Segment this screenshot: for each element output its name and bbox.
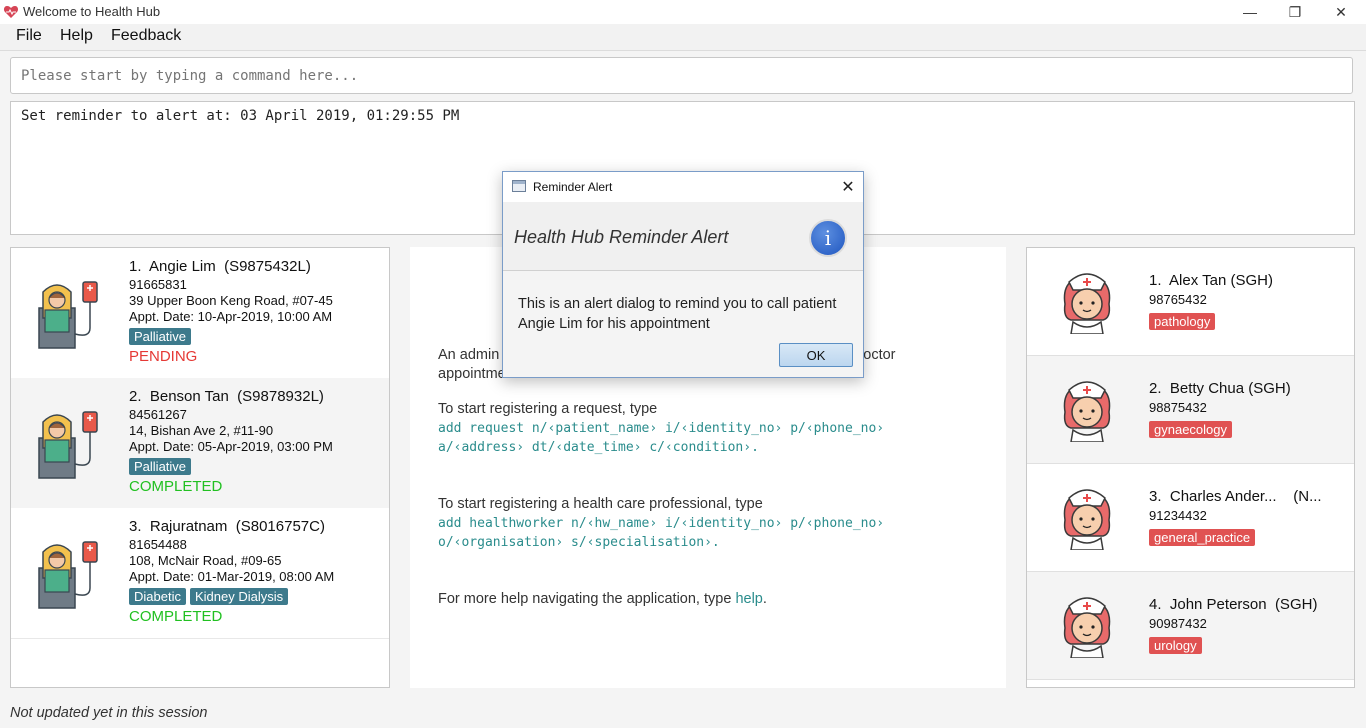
patient-address: 108, McNair Road, #09-65 [129, 553, 282, 568]
healthworker-name: Betty Chua [1169, 380, 1245, 397]
patient-bed-icon [38, 281, 98, 349]
appointment-date: Appt. Date: 01-Mar-2019, 08:00 AM [129, 569, 335, 584]
specialisation-tag: pathology [1149, 313, 1216, 330]
healthworker-phone: 91234432 [1149, 508, 1207, 523]
healthworker-card[interactable]: 4. John Peterson (SGH) 90987432 urology [1027, 572, 1354, 680]
condition-tag: Kidney Dialysis [189, 588, 289, 605]
result-text: Set reminder to alert at: 03 April 2019,… [21, 108, 460, 124]
patient-phone: 91665831 [129, 277, 187, 292]
specialisation-tag: general_practice [1149, 529, 1256, 546]
status-bar-text: Not updated yet in this session [10, 705, 208, 721]
healthworker-card[interactable]: 3. Charles Ander... (N... 91234432 gener… [1027, 464, 1354, 572]
patient-address: 14, Bishan Ave 2, #11-90 [129, 423, 274, 438]
restore-button[interactable]: ❐ [1272, 0, 1318, 24]
patient-nric: (S8016757C) [235, 518, 325, 535]
nurse-icon [1063, 597, 1111, 658]
request-name-line: 2. Benson Tan (S9878932L) [129, 388, 324, 405]
healthworker-card[interactable]: 1. Alex Tan (SGH) 98765432 pathology [1027, 248, 1354, 356]
request-card[interactable]: 1. Angie Lim (S9875432L) 91665831 39 Upp… [11, 248, 389, 379]
specialisation-tag: gynaecology [1149, 421, 1232, 438]
patient-address: 39 Upper Boon Keng Road, #07-45 [129, 293, 333, 308]
menu-file[interactable]: File [16, 27, 42, 45]
healthworker-name-line: 4. John Peterson (SGH) [1149, 596, 1318, 613]
dialog-message: This is an alert dialog to remind you to… [518, 296, 837, 332]
patient-phone: 81654488 [129, 537, 187, 552]
healthworker-org: (N... [1293, 488, 1322, 505]
info-icon: i [809, 219, 847, 257]
specialisation-tag: urology [1149, 637, 1202, 654]
healthworker-name: John Peterson [1169, 596, 1267, 613]
window-icon [512, 180, 526, 192]
request-name-line: 3. Rajuratnam (S8016757C) [129, 518, 325, 535]
command-input[interactable] [10, 57, 1353, 94]
condition-tag: Diabetic [129, 588, 186, 605]
patient-nric: (S9878932L) [237, 388, 324, 405]
nurse-icon [1063, 381, 1111, 442]
help-request-intro: To start registering a request, type [438, 401, 658, 417]
nurse-icon [1063, 273, 1111, 334]
patient-phone: 84561267 [129, 407, 187, 422]
request-status: COMPLETED [129, 478, 223, 495]
patient-bed-icon [38, 411, 98, 479]
patient-name: Benson Tan [149, 388, 229, 405]
healthworker-name: Charles Ander... [1169, 488, 1277, 505]
healthworker-phone: 98765432 [1149, 292, 1207, 307]
help-link[interactable]: help [735, 591, 762, 607]
menu-help[interactable]: Help [60, 27, 93, 45]
nurse-icon [1063, 489, 1111, 550]
healthworker-name-line: 3. Charles Ander... (N... [1149, 488, 1322, 505]
healthworker-phone: 90987432 [1149, 616, 1207, 631]
help-hw-command-1: add healthworker n/‹hw_name› i/‹identity… [438, 516, 885, 531]
help-hw-intro: To start registering a health care profe… [438, 496, 763, 512]
request-status: PENDING [129, 348, 198, 365]
healthworker-name-line: 2. Betty Chua (SGH) [1149, 380, 1291, 397]
condition-tag: Palliative [129, 328, 192, 345]
healthworker-org: (SGH) [1230, 272, 1273, 289]
dialog-title: Reminder Alert [533, 180, 613, 194]
menu-bar [0, 24, 1366, 51]
window-title: Welcome to Health Hub [23, 4, 161, 19]
request-card[interactable]: 2. Benson Tan (S9878932L) 84561267 14, B… [11, 378, 389, 509]
help-hw-command-2: o/‹organisation› s/‹specialisation›. [438, 535, 720, 550]
request-card[interactable]: 3. Rajuratnam (S8016757C) 81654488 108, … [11, 508, 389, 639]
appointment-date: Appt. Date: 05-Apr-2019, 03:00 PM [129, 439, 333, 454]
patient-name: Rajuratnam [149, 518, 228, 535]
healthworker-phone: 98875432 [1149, 400, 1207, 415]
request-name-line: 1. Angie Lim (S9875432L) [129, 258, 311, 275]
patient-name: Angie Lim [149, 258, 216, 275]
ok-button[interactable]: OK [779, 343, 853, 367]
help-request-command-2: a/‹address› dt/‹date_time› c/‹condition›… [438, 440, 759, 455]
request-status: COMPLETED [129, 608, 223, 625]
reminder-alert-dialog[interactable]: Reminder Alert ✕ Health Hub Reminder Ale… [502, 171, 864, 378]
menu-feedback[interactable]: Feedback [111, 27, 181, 45]
request-list-panel[interactable]: 1. Angie Lim (S9875432L) 91665831 39 Upp… [10, 247, 390, 688]
appointment-date: Appt. Date: 10-Apr-2019, 10:00 AM [129, 309, 333, 324]
healthworker-name: Alex Tan [1169, 272, 1227, 289]
patient-bed-icon [38, 541, 98, 609]
healthworker-list-panel[interactable]: 1. Alex Tan (SGH) 98765432 pathology 2. … [1026, 247, 1355, 688]
patient-nric: (S9875432L) [224, 258, 311, 275]
help-more: For more help navigating the application… [438, 591, 767, 607]
condition-tag: Palliative [129, 458, 192, 475]
help-request-command-1: add request n/‹patient_name› i/‹identity… [438, 421, 885, 436]
dialog-heading: Health Hub Reminder Alert [514, 227, 729, 247]
healthworker-org: (SGH) [1248, 380, 1291, 397]
minimize-button[interactable]: — [1227, 0, 1273, 24]
window-close-button[interactable]: ✕ [1318, 0, 1364, 24]
heart-icon [3, 6, 19, 18]
healthworker-card[interactable]: 2. Betty Chua (SGH) 98875432 gynaecology [1027, 356, 1354, 464]
dialog-close-button[interactable]: ✕ [839, 177, 857, 197]
healthworker-org: (SGH) [1274, 596, 1318, 613]
window-title-bar [0, 0, 1366, 24]
healthworker-name-line: 1. Alex Tan (SGH) [1149, 272, 1273, 289]
